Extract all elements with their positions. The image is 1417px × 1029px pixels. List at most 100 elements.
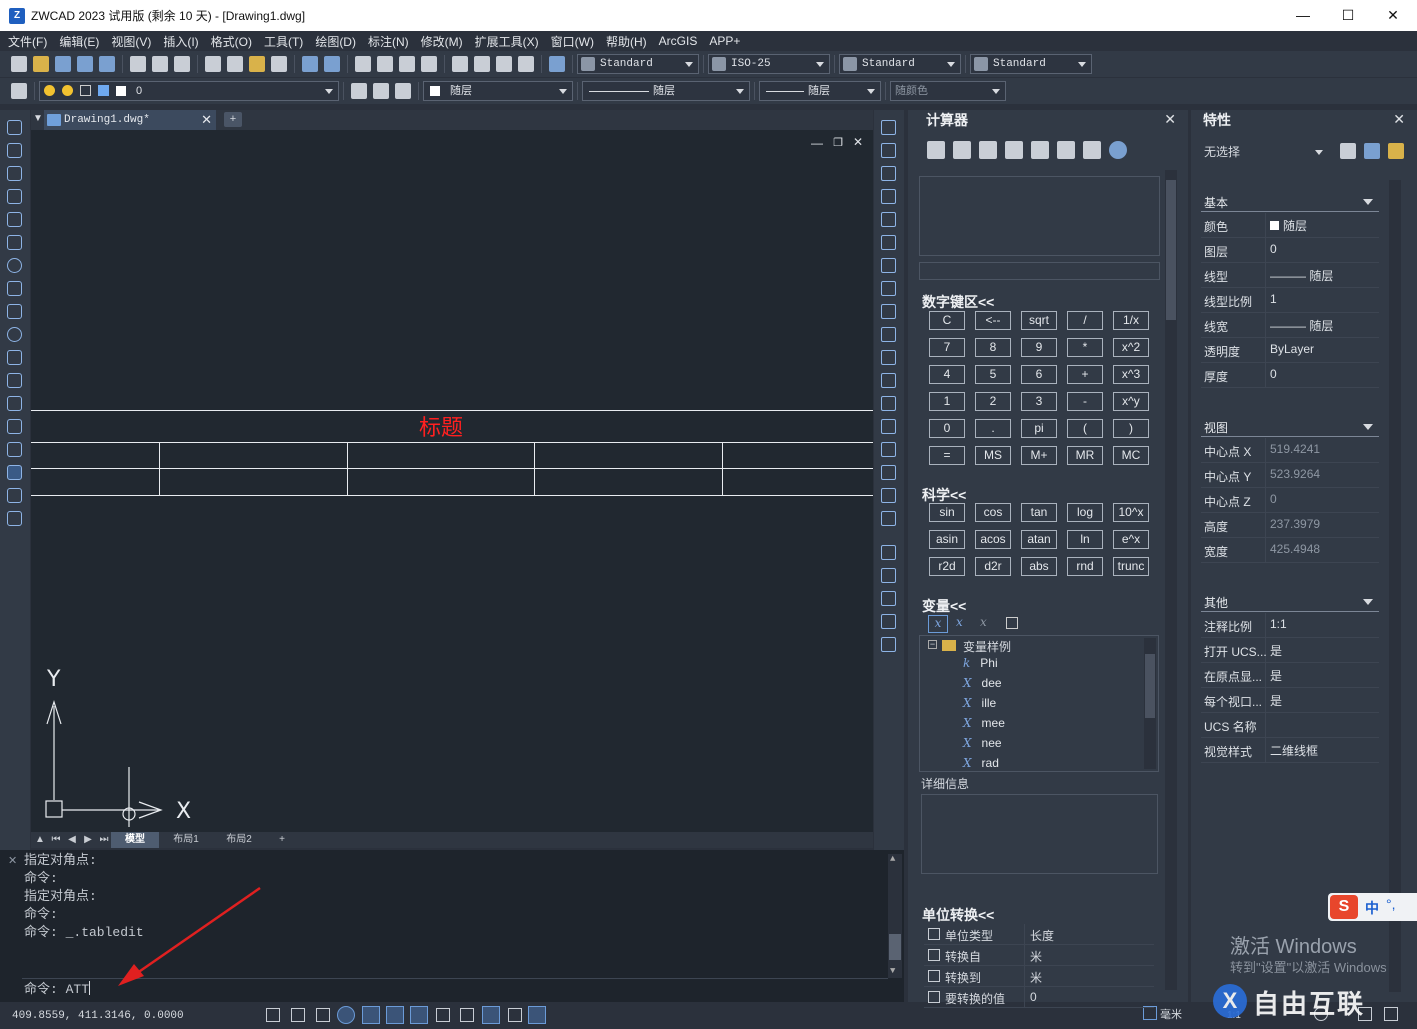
dynamic-input-icon[interactable] [436,1008,450,1022]
property-row[interactable]: UCS 名称 [1201,713,1379,738]
minimize-button[interactable]: — [1280,0,1326,31]
fillet-icon[interactable] [881,465,896,480]
properties-icon[interactable] [452,56,468,72]
scientific-key[interactable]: log [1067,503,1103,522]
lineweight-select[interactable]: 随层 [759,81,881,101]
scale-icon[interactable] [881,281,896,296]
variable-item[interactable]: Xdee [963,676,1002,690]
cut-icon[interactable] [205,56,221,72]
table-style-select[interactable]: Standard [839,54,961,74]
properties-close-icon[interactable]: ✕ [1393,111,1405,128]
open-icon[interactable] [33,56,49,72]
units-select[interactable]: 毫米 [1160,1006,1182,1022]
tool-palette-icon[interactable] [496,56,512,72]
save-as-icon[interactable] [77,56,93,72]
unit-row[interactable]: 转换自 米 [924,945,1154,966]
unit-conversion-title[interactable]: 单位转换<< [922,905,994,925]
polygon-icon[interactable] [7,189,22,204]
move-icon[interactable] [881,235,896,250]
first-layout-icon[interactable]: ⏮ [49,832,63,848]
pan-icon[interactable] [355,56,371,72]
property-row[interactable]: 在原点显... 是 [1201,663,1379,688]
array-icon[interactable] [881,212,896,227]
property-group-misc[interactable]: 其他 [1201,594,1379,612]
calculate-variable-icon[interactable] [1006,617,1018,629]
zoom-window-icon[interactable] [399,56,415,72]
numpad-key[interactable]: - [1067,392,1103,411]
numpad-key[interactable]: 5 [975,365,1011,384]
calculator-scrollbar[interactable] [1165,170,1177,990]
new-tab-icon[interactable]: + [224,112,242,127]
get-coordinates-icon[interactable] [1005,141,1023,159]
snap-icon[interactable] [266,1008,280,1022]
numpad-key[interactable]: <-- [975,311,1011,330]
copy-icon[interactable] [227,56,243,72]
unit-row[interactable]: 转换到 米 [924,966,1154,987]
publish-icon[interactable] [174,56,190,72]
mtext-icon[interactable] [7,511,22,526]
annotation-monitor-icon[interactable] [528,1006,546,1024]
numpad-key[interactable]: MR [1067,446,1103,465]
cloud-icon[interactable] [518,56,534,72]
scientific-key[interactable]: asin [929,530,965,549]
clear-icon[interactable] [927,141,945,159]
property-row[interactable]: 视觉样式 二维线框 [1201,738,1379,763]
property-row[interactable]: 注释比例 1:1 [1201,613,1379,638]
bring-above-icon[interactable] [881,591,896,606]
region-icon[interactable] [7,465,22,480]
scroll-up-icon[interactable]: ▲ [33,832,47,848]
numpad-key[interactable]: = [929,446,965,465]
viewport-minimize-icon[interactable]: — [811,136,823,150]
tab-drawing1[interactable]: Drawing1.dwg* ✕ [44,110,216,130]
new-icon[interactable] [11,56,27,72]
variable-item[interactable]: Xille [963,696,996,710]
scientific-key[interactable]: trunc [1113,557,1149,576]
numpad-key[interactable]: ( [1067,419,1103,438]
distance-icon[interactable] [1031,141,1049,159]
menu-app[interactable]: APP+ [705,34,748,48]
spline-icon[interactable] [7,304,22,319]
selection-cycling-icon[interactable] [508,1008,522,1022]
numpad-key[interactable]: 2 [975,392,1011,411]
variables-section-title[interactable]: 变量<< [922,596,966,616]
numpad-key[interactable]: x^y [1113,392,1149,411]
text-style-select[interactable]: Standard [577,54,699,74]
property-group-view[interactable]: 视图 [1201,419,1379,437]
numpad-section-title[interactable]: 数字键区<< [922,292,994,312]
select-objects-icon[interactable] [1364,143,1380,159]
property-row[interactable]: 线型 ——— 随层 [1201,263,1379,288]
numpad-key[interactable]: 3 [1021,392,1057,411]
scientific-key[interactable]: d2r [975,557,1011,576]
close-tab-icon[interactable]: ✕ [201,110,212,130]
menu-window[interactable]: 窗口(W) [547,33,602,50]
rotate-icon[interactable] [881,258,896,273]
scientific-key[interactable]: abs [1021,557,1057,576]
tab-layout1[interactable]: 布局1 [161,832,211,848]
extend-icon[interactable] [881,350,896,365]
scientific-key[interactable]: sin [929,503,965,522]
unit-row[interactable]: 单位类型 长度 [924,924,1154,945]
variable-item[interactable]: Xrad [963,756,999,770]
otrack-icon[interactable] [386,1006,404,1024]
numpad-key[interactable]: 6 [1021,365,1057,384]
property-row[interactable]: 中心点 Z 0 [1201,488,1379,513]
edit-variable-icon[interactable]: x [956,615,963,629]
layer-states-icon[interactable] [395,83,411,99]
numpad-key[interactable]: M+ [1021,446,1057,465]
copy-object-icon[interactable] [881,143,896,158]
print-preview-icon[interactable] [152,56,168,72]
scientific-key[interactable]: tan [1021,503,1057,522]
collapse-icon[interactable]: − [928,640,937,649]
expression-input[interactable] [919,262,1160,280]
design-center-icon[interactable] [474,56,490,72]
scientific-key[interactable]: cos [975,503,1011,522]
break-at-point-icon[interactable] [881,396,896,411]
revision-cloud-icon[interactable] [7,281,22,296]
numpad-key[interactable]: 1 [929,392,965,411]
menu-arcgis[interactable]: ArcGIS [655,34,706,48]
last-layout-icon[interactable]: ⏭ [97,832,111,848]
hatch-icon[interactable] [7,442,22,457]
draw-order-front-icon[interactable] [881,545,896,560]
menu-format[interactable]: 格式(O) [207,33,260,50]
close-button[interactable]: ✕ [1370,0,1416,31]
